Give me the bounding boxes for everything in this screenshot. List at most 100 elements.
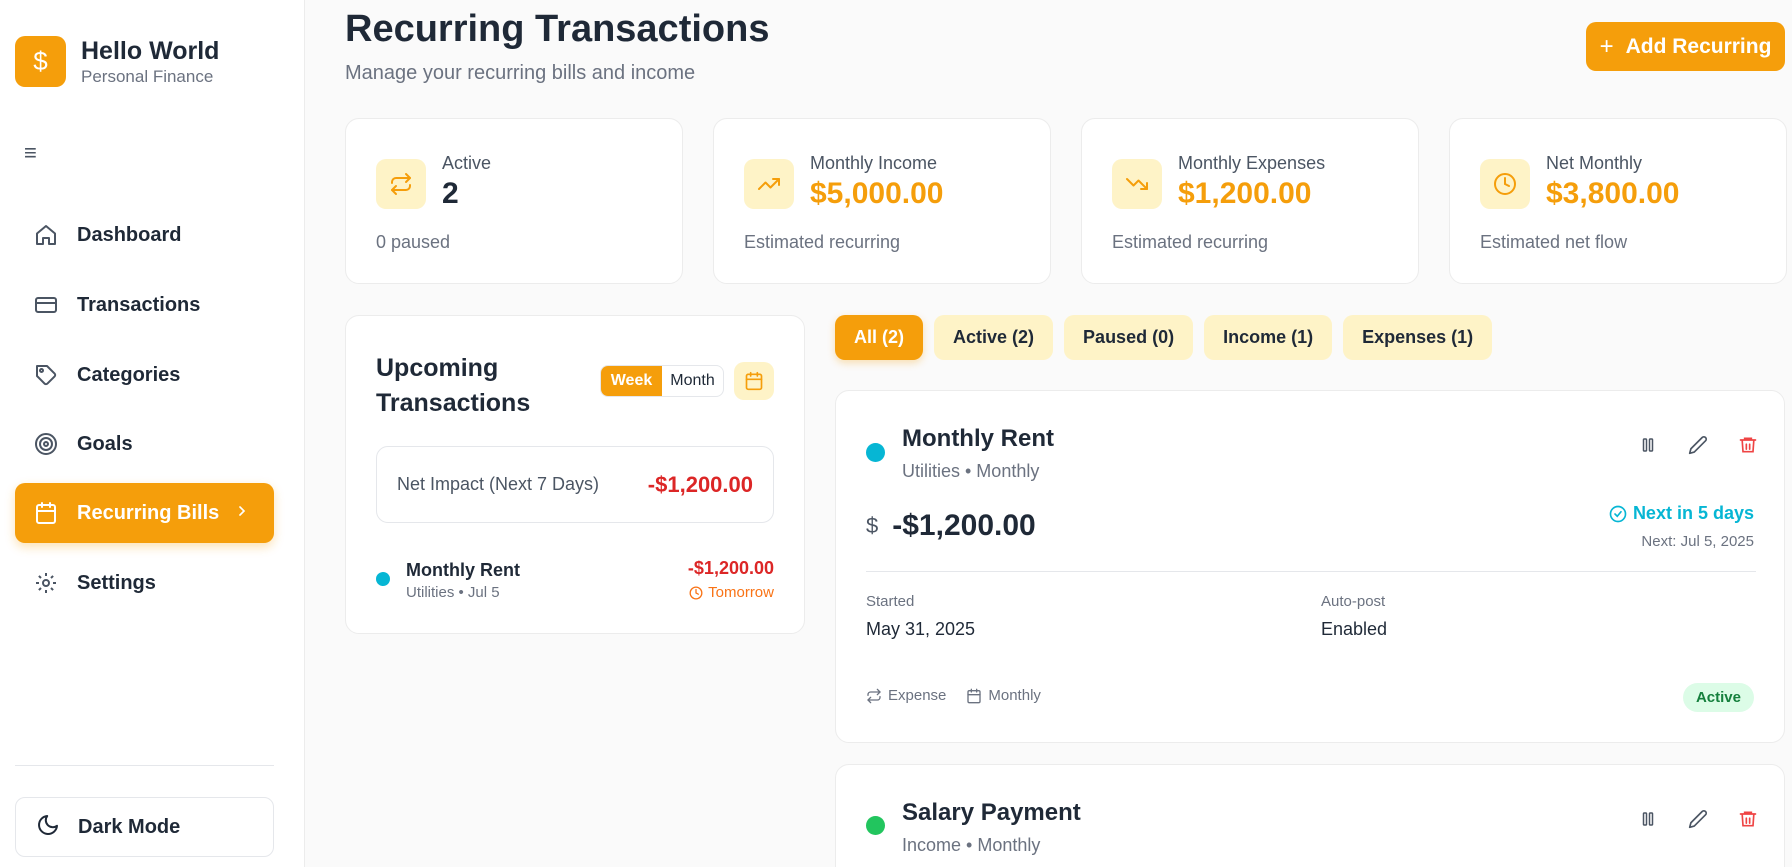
calendar-icon [745,371,763,391]
clock-icon [1480,159,1530,209]
stat-value: $3,800.00 [1546,177,1680,210]
brand-title: Hello World [81,37,220,65]
status-badge: Active [1682,683,1754,712]
sidebar-item-transactions[interactable]: Transactions [15,275,274,335]
pause-icon[interactable] [1634,431,1662,459]
calendar-icon [967,688,982,703]
sidebar-item-dashboard[interactable]: Dashboard [15,205,274,265]
type-tag: Expense [866,687,946,704]
repeat-icon [376,159,426,209]
calendar-button[interactable] [734,362,774,400]
trash-icon[interactable] [1734,431,1762,459]
upcoming-name: Monthly Rent [406,560,520,580]
filter-paused[interactable]: Paused (0) [1064,315,1194,360]
stat-card-monthly-income: Monthly Income $5,000.00 Estimated recur… [713,118,1051,284]
recurring-name: Monthly Rent [902,425,1054,452]
edit-icon[interactable] [1684,805,1712,833]
period-toggle: Week Month [600,365,724,397]
filter-active[interactable]: Active (2) [934,315,1054,360]
stat-foot: Estimated recurring [744,232,901,252]
dark-mode-button[interactable]: Dark Mode [15,797,274,857]
chevron-right-icon [234,503,250,524]
filter-all[interactable]: All (2) [835,315,924,360]
card-icon [33,292,59,318]
next-due-label: Next in 5 days [1632,503,1754,523]
brand-subtitle: Personal Finance [81,67,214,86]
started-value: May 31, 2025 [866,619,976,639]
started-label: Started [866,593,915,610]
type-tag-label: Expense [888,687,947,704]
stat-foot: 0 paused [376,232,451,252]
clock-icon [689,586,703,599]
stat-label: Monthly Income [810,153,938,173]
home-icon [33,222,59,248]
card-actions [1634,431,1762,459]
stat-value: $1,200.00 [1178,177,1312,210]
tag-icon [33,362,59,388]
stat-value: $5,000.00 [810,177,944,210]
toggle-month[interactable]: Month [662,366,723,396]
stat-card-monthly-expenses: Monthly Expenses $1,200.00 Estimated rec… [1081,118,1419,284]
brand: $ Hello World Personal Finance [15,36,219,87]
check-circle-icon [1609,505,1627,522]
plus-icon: + [1599,32,1614,60]
recurring-name: Salary Payment [902,799,1081,826]
repeat-icon [867,688,881,703]
stat-value: 2 [442,177,459,210]
amount-value: -$1,200.00 [892,509,1036,542]
net-impact-value: -$1,200.00 [647,471,753,497]
add-recurring-button[interactable]: + Add Recurring [1586,22,1785,71]
category-dot [866,816,885,835]
sidebar: $ Hello World Personal Finance ≡ Dashboa… [0,0,305,867]
calendar-icon [33,500,59,526]
stat-label: Net Monthly [1546,153,1643,173]
card-actions [1634,805,1762,833]
sidebar-item-label: Settings [77,571,156,594]
card-tags: Expense Monthly [866,687,1041,704]
menu-toggle-icon[interactable]: ≡ [24,140,37,166]
gear-icon [33,570,59,596]
category-dot [376,572,390,586]
net-impact-label: Net Impact (Next 7 Days) [397,474,600,494]
moon-icon [36,813,60,842]
trash-icon[interactable] [1734,805,1762,833]
frequency-tag: Monthly [966,687,1041,704]
recurring-amount: $ -$1,200.00 [866,509,1036,543]
stat-card-active: Active 2 0 paused [345,118,683,284]
dark-mode-label: Dark Mode [78,815,181,838]
list-item[interactable]: Monthly Rent Utilities • Jul 5 -$1,200.0… [376,558,774,608]
recurring-meta: Utilities • Monthly [902,461,1040,481]
recurring-card: Salary Payment Income • Monthly [835,764,1785,867]
upcoming-when: Tomorrow [689,584,774,601]
sidebar-item-label: Transactions [77,293,201,316]
stat-foot: Estimated net flow [1480,232,1628,252]
recurring-meta: Income • Monthly [902,835,1041,855]
sidebar-item-settings[interactable]: Settings [15,553,274,613]
sidebar-item-categories[interactable]: Categories [15,345,274,405]
upcoming-amount: -$1,200.00 [687,558,774,578]
target-icon [33,431,59,457]
sidebar-item-label: Dashboard [77,223,182,246]
category-dot [866,443,885,462]
sidebar-item-label: Categories [77,363,181,386]
sidebar-item-goals[interactable]: Goals [15,414,274,474]
edit-icon[interactable] [1684,431,1712,459]
toggle-week[interactable]: Week [601,366,662,396]
sidebar-divider [15,765,274,766]
next-due: Next in 5 days [1609,503,1754,524]
filter-income[interactable]: Income (1) [1204,315,1333,360]
main-content: Recurring Transactions Manage your recur… [305,0,1792,867]
stat-label: Monthly Expenses [1178,153,1326,173]
upcoming-meta: Utilities • Jul 5 [406,584,500,601]
page-title: Recurring Transactions [345,8,770,50]
pause-icon[interactable] [1634,805,1662,833]
sidebar-item-recurring-bills[interactable]: Recurring Bills [15,483,274,543]
page-subtitle: Manage your recurring bills and income [345,62,696,84]
upcoming-when-label: Tomorrow [708,584,774,601]
stat-label: Active [442,153,492,173]
stat-card-net-monthly: Net Monthly $3,800.00 Estimated net flow [1449,118,1787,284]
filter-expenses[interactable]: Expenses (1) [1343,315,1493,360]
upcoming-transactions-panel: Upcoming Transactions Week Month Net Imp… [345,315,805,634]
dollar-icon: $ [866,513,879,538]
next-due-date: Next: Jul 5, 2025 [1641,533,1754,550]
